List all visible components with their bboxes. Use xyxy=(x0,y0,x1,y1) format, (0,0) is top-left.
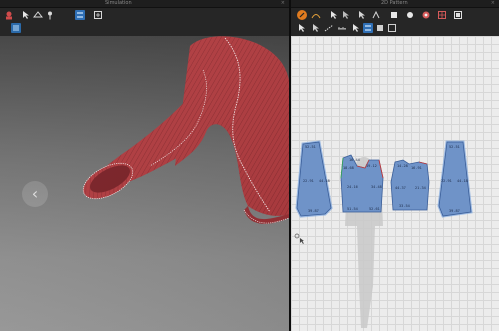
grid-icon[interactable] xyxy=(437,10,447,20)
svg-text:24.16: 24.16 xyxy=(347,185,358,189)
fabric-icon[interactable] xyxy=(93,10,103,20)
svg-text:44.18: 44.18 xyxy=(457,179,468,183)
svg-text:44.37: 44.37 xyxy=(395,186,406,190)
svg-text:18.68: 18.68 xyxy=(343,166,354,170)
edit-sewing-icon[interactable] xyxy=(311,23,321,33)
edit-pattern-icon[interactable] xyxy=(297,23,307,33)
pattern-toolbar xyxy=(291,8,499,36)
simulation-titlebar: Simulation × xyxy=(0,0,289,8)
simulation-close-icon[interactable]: × xyxy=(281,0,285,7)
simulation-title: Simulation xyxy=(105,0,132,6)
2d-pattern-canvas[interactable]: 52.51 22.91 44.18 39.87 16.44 18.68 19.1… xyxy=(291,36,499,331)
svg-text:39.87: 39.87 xyxy=(449,209,460,213)
svg-text:16.44: 16.44 xyxy=(349,158,360,162)
svg-text:51.54: 51.54 xyxy=(347,207,358,211)
add-point-icon[interactable] xyxy=(341,10,351,20)
svg-text:22.91: 22.91 xyxy=(303,179,314,183)
segment-icon[interactable] xyxy=(357,10,367,20)
sewing-icon[interactable] xyxy=(75,10,85,20)
transform-icon[interactable] xyxy=(297,10,307,20)
trace-icon[interactable] xyxy=(363,23,373,33)
svg-text:44.18: 44.18 xyxy=(319,179,330,183)
internal-shape-icon[interactable] xyxy=(421,10,431,20)
seam-icon[interactable] xyxy=(324,23,334,33)
mouse-cursor-icon xyxy=(294,233,304,244)
previous-view-arrow-icon[interactable]: ‹ xyxy=(22,181,48,207)
svg-text:22.91: 22.91 xyxy=(441,179,452,183)
pattern-piece-back-bodice: 14.28 16.91 44.37 21.34 33.54 xyxy=(390,159,430,211)
3d-viewport[interactable]: ‹ xyxy=(0,36,289,331)
pattern-close-icon[interactable]: × xyxy=(491,0,495,7)
svg-text:14.28: 14.28 xyxy=(397,164,408,168)
polygon-pen-icon[interactable] xyxy=(371,10,381,20)
pattern-layout: 52.51 22.91 44.18 39.87 16.44 18.68 19.1… xyxy=(294,140,473,328)
svg-text:16.91: 16.91 xyxy=(411,166,422,170)
svg-text:52.51: 52.51 xyxy=(449,145,460,149)
svg-text:52.61: 52.61 xyxy=(369,207,380,211)
snap-icon[interactable] xyxy=(387,23,397,33)
pattern-piece-left-sleeve: 52.51 22.91 44.18 39.87 xyxy=(295,140,333,218)
pin-icon[interactable] xyxy=(45,10,55,20)
pattern-piece-right-sleeve: 52.51 22.91 44.18 39.87 xyxy=(437,140,473,218)
pattern-window: 2D Pattern × 52.51 22.91 44.18 39.87 16.… xyxy=(291,0,499,331)
svg-text:19.12: 19.12 xyxy=(366,164,377,168)
pattern-titlebar: 2D Pattern × xyxy=(291,0,499,8)
svg-text:33.54: 33.54 xyxy=(399,204,410,208)
measure-icon[interactable] xyxy=(337,23,347,33)
rectangle-icon[interactable] xyxy=(389,10,399,20)
layout-square-icon[interactable] xyxy=(453,10,463,20)
simulation-toolbar xyxy=(0,8,289,36)
circle-icon[interactable] xyxy=(405,10,415,20)
select-point-icon[interactable] xyxy=(329,10,339,20)
select-arrow-icon[interactable] xyxy=(21,10,31,20)
avatar-icon[interactable] xyxy=(4,10,14,20)
svg-text:21.34: 21.34 xyxy=(415,186,426,190)
edit-curve-icon[interactable] xyxy=(311,10,321,20)
fold-icon[interactable] xyxy=(32,10,44,20)
simulation-window: Simulation × ‹ xyxy=(0,0,289,331)
svg-text:34.48: 34.48 xyxy=(371,185,382,189)
notch-icon[interactable] xyxy=(351,23,361,33)
svg-text:52.51: 52.51 xyxy=(305,145,316,149)
pattern-title: 2D Pattern xyxy=(381,0,408,6)
fit-view-icon[interactable] xyxy=(11,23,21,33)
svg-text:39.87: 39.87 xyxy=(308,209,319,213)
layout-icon[interactable] xyxy=(375,23,385,33)
